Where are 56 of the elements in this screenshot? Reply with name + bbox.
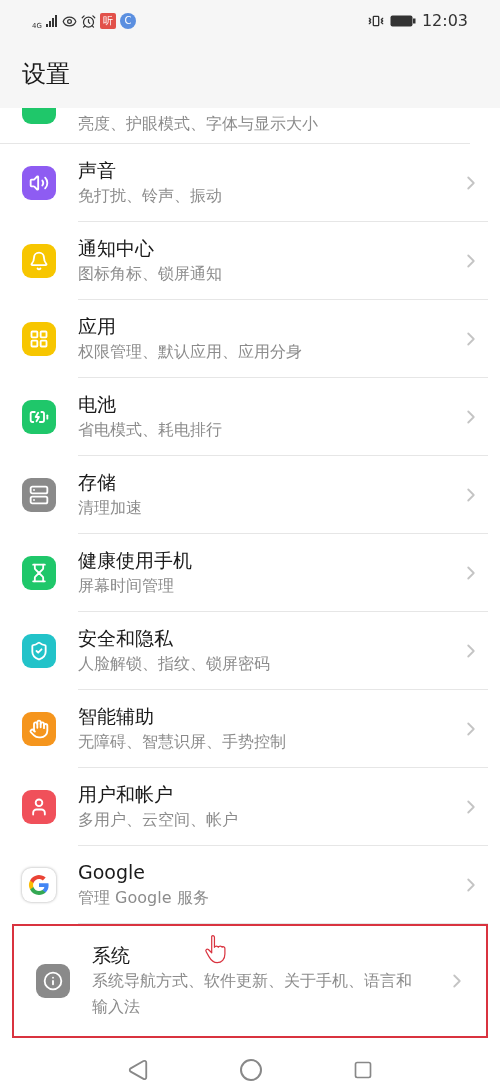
recents-button[interactable] [353, 1060, 373, 1080]
item-subtitle: 清理加速 [78, 496, 142, 519]
item-subtitle: 人脸解锁、指纹、锁屏密码 [78, 652, 270, 675]
battery-icon [389, 15, 416, 27]
settings-item[interactable]: 通知中心 图标角标、锁屏通知 [0, 222, 500, 300]
item-subtitle: 系统导航方式、软件更新、关于手机、语言和输入法 [92, 970, 413, 1018]
item-title: 用户和帐户 [78, 781, 173, 807]
settings-item[interactable]: 健康使用手机 屏幕时间管理 [0, 534, 500, 612]
shield-check-icon [29, 641, 49, 661]
settings-item[interactable]: Google 管理 Google 服务 [0, 846, 500, 924]
item-title: Google [78, 859, 145, 885]
speaker-icon [29, 173, 49, 193]
settings-item[interactable]: 安全和隐私 人脸解锁、指纹、锁屏密码 [0, 612, 500, 690]
alarm-icon [80, 13, 96, 29]
item-title: 通知中心 [78, 235, 154, 261]
item-title: 应用 [78, 313, 116, 339]
grid-icon [29, 329, 49, 349]
item-subtitle: 图标角标、锁屏通知 [78, 262, 222, 285]
item-title: 存储 [78, 469, 116, 495]
item-title: 系统 [92, 943, 130, 968]
hand-icon [29, 719, 49, 739]
item-subtitle: 权限管理、默认应用、应用分身 [78, 340, 302, 363]
item-subtitle: 多用户、云空间、帐户 [78, 808, 238, 831]
item-title: 声音 [78, 157, 116, 183]
item-title: 健康使用手机 [78, 547, 192, 573]
item-title: 智能辅助 [78, 703, 154, 729]
item-subtitle: 省电模式、耗电排行 [78, 418, 222, 441]
eye-icon [61, 13, 77, 29]
hand-pointer-icon [204, 934, 226, 965]
app-badge: 听 [99, 13, 116, 29]
item-title: 电池 [78, 391, 116, 417]
storage-icon [29, 485, 49, 505]
settings-item[interactable]: 声音 免打扰、铃声、振动 [0, 144, 500, 222]
item-subtitle: 无障碍、智慧识屏、手势控制 [78, 730, 286, 753]
settings-item[interactable]: 用户和帐户 多用户、云空间、帐户 [0, 768, 500, 846]
back-button[interactable] [127, 1059, 149, 1081]
item-title: 安全和隐私 [78, 625, 173, 651]
hourglass-icon [29, 563, 49, 583]
page-title: 设置 [22, 59, 71, 90]
home-button[interactable] [239, 1058, 263, 1082]
signal-icon [45, 15, 58, 27]
item-subtitle: 管理 Google 服务 [78, 886, 209, 909]
settings-item[interactable]: 电池 省电模式、耗电排行 [0, 378, 500, 456]
info-icon [43, 971, 63, 991]
settings-item[interactable]: 智能辅助 无障碍、智慧识屏、手势控制 [0, 690, 500, 768]
item-subtitle: 亮度、护眼模式、字体与显示大小 [78, 113, 318, 135]
bell-icon [29, 251, 49, 271]
item-subtitle: 屏幕时间管理 [78, 574, 174, 597]
settings-item[interactable]: 系统 系统导航方式、软件更新、关于手机、语言和输入法 [12, 924, 488, 1038]
app-badge: C [119, 13, 136, 29]
settings-item[interactable]: 存储 清理加速 [0, 456, 500, 534]
clock-time: 12:03 [421, 10, 468, 32]
item-subtitle: 免打扰、铃声、振动 [78, 184, 222, 207]
settings-item[interactable]: 应用 权限管理、默认应用、应用分身 [0, 300, 500, 378]
vibrate-icon [367, 13, 384, 29]
user-icon [29, 797, 49, 817]
